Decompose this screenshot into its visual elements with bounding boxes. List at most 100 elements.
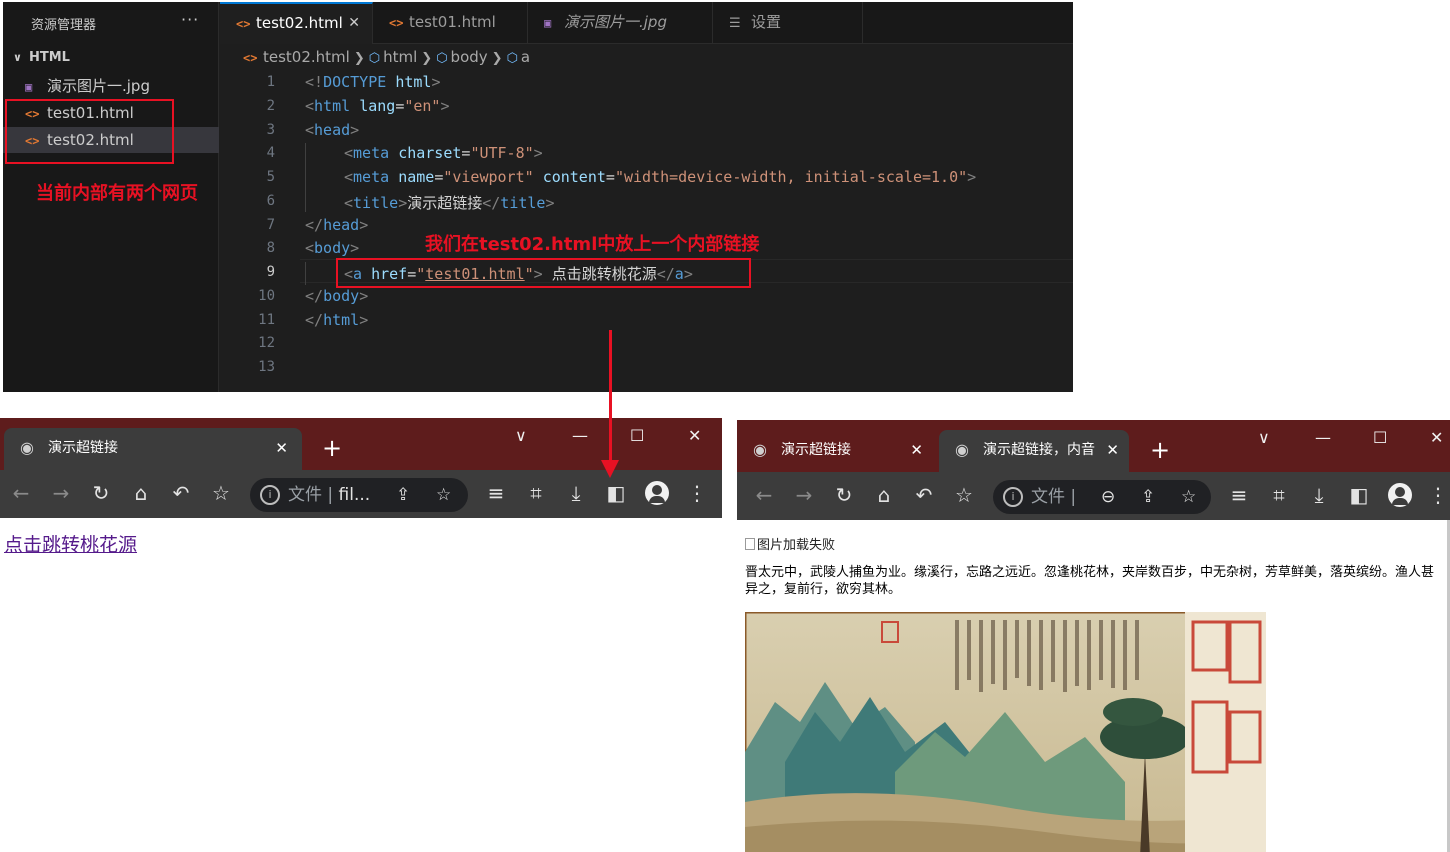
explorer-title: 资源管理器 <box>31 18 97 33</box>
more-actions-icon[interactable]: ··· <box>181 10 199 29</box>
bookmark-star-icon[interactable]: ☆ <box>208 480 234 506</box>
code-line-2: <html lang="en"> <box>305 97 450 115</box>
browser-tab[interactable]: ◉ 演示超链接 ✕ <box>737 430 937 472</box>
globe-icon: ◉ <box>20 438 34 457</box>
tab-test01[interactable]: <> test01.html <box>373 2 528 44</box>
menu-dots-icon[interactable]: ⋮ <box>1425 482 1450 508</box>
undo-icon[interactable]: ↶ <box>168 480 194 506</box>
line-number: 6 <box>266 193 275 209</box>
back-icon[interactable]: ← <box>8 480 34 506</box>
browser-toolbar: ← → ↻ ⌂ ↶ ☆ i 文件 | ⊖ ⇪ ☆ ≡ ⌗ ⤓ ◧ ⋮ <box>737 472 1450 520</box>
breadcrumb-item[interactable]: a <box>521 48 530 66</box>
cube-icon: ⬡ <box>506 51 518 66</box>
info-icon[interactable]: i <box>260 485 280 505</box>
bookmark-star-icon[interactable]: ☆ <box>951 482 977 508</box>
tab-settings[interactable]: ☰ 设置 <box>713 2 863 44</box>
new-tab-button[interactable]: + <box>322 434 342 462</box>
address-text: fil... <box>338 485 371 505</box>
tab-label: 演示图片一.jpg <box>564 13 667 31</box>
page-link[interactable]: 点击跳转桃花源 <box>4 530 137 557</box>
line-number: 1 <box>266 74 275 90</box>
line-number: 2 <box>266 98 275 114</box>
browser-tab[interactable]: ◉ 演示超链接 ✕ <box>4 428 302 470</box>
indent-guide <box>305 143 306 212</box>
undo-icon[interactable]: ↶ <box>911 482 937 508</box>
annotation-internal-link: 我们在test02.html中放上一个内部链接 <box>425 234 760 255</box>
minimize-icon[interactable]: — <box>1315 428 1331 447</box>
side-panel-icon[interactable]: ◧ <box>603 480 629 506</box>
close-icon[interactable]: ✕ <box>275 428 288 468</box>
annotation-arrow-line <box>609 330 612 465</box>
close-icon[interactable]: ✕ <box>1102 430 1119 470</box>
breadcrumb-item[interactable]: body <box>451 48 488 66</box>
star-icon[interactable]: ☆ <box>1181 480 1196 514</box>
address-bar[interactable]: i 文件 | ⊖ ⇪ ☆ <box>993 480 1211 514</box>
reading-list-icon[interactable]: ≡ <box>483 480 509 506</box>
cube-icon: ⬡ <box>368 51 381 66</box>
tab-image[interactable]: ▣ 演示图片一.jpg <box>528 2 713 44</box>
file-item-image[interactable]: ▣ 演示图片一.jpg <box>3 73 219 99</box>
download-icon[interactable]: ⤓ <box>1306 482 1332 508</box>
chevron-right-icon: ❯ <box>421 51 433 66</box>
chevron-right-icon: ❯ <box>353 51 365 66</box>
back-icon[interactable]: ← <box>751 482 777 508</box>
breadcrumb-item[interactable]: test02.html <box>263 48 350 66</box>
address-separator: | <box>327 485 334 505</box>
annotation-arrow-head <box>601 460 619 478</box>
line-number: 7 <box>266 217 275 233</box>
close-icon[interactable]: ✕ <box>348 4 360 42</box>
address-scheme: 文件 <box>288 485 322 505</box>
folder-html[interactable]: ∨ HTML <box>13 50 70 65</box>
share-icon[interactable]: ⇪ <box>396 478 410 512</box>
line-number: 10 <box>258 288 275 304</box>
cube-icon: ⬡ <box>436 51 448 66</box>
zoom-icon[interactable]: ⊖ <box>1101 480 1115 514</box>
tab-test02[interactable]: <> test02.html ✕ <box>220 2 373 44</box>
browser-tab-active[interactable]: ◉ 演示超链接，内音 ✕ <box>939 430 1129 472</box>
maximize-icon[interactable]: ☐ <box>1373 428 1387 447</box>
code-line-11: </html> <box>305 311 369 329</box>
reload-icon[interactable]: ↻ <box>88 480 114 506</box>
side-panel-icon[interactable]: ◧ <box>1346 482 1372 508</box>
star-icon[interactable]: ☆ <box>436 478 451 512</box>
highlight-box-link-code <box>336 258 751 288</box>
home-icon[interactable]: ⌂ <box>128 480 154 506</box>
editor-tabs: <> test02.html ✕ <> test01.html ▣ 演示图片一.jpg… <box>220 2 1073 44</box>
line-number: 5 <box>266 169 275 185</box>
home-icon[interactable]: ⌂ <box>871 482 897 508</box>
crop-icon[interactable]: ⌗ <box>523 480 549 506</box>
minimize-icon[interactable]: — <box>572 426 588 445</box>
address-bar[interactable]: i 文件 | fil... ⇪ ☆ <box>250 478 468 512</box>
broken-image-alt: 图片加载失败 <box>757 538 836 553</box>
share-icon[interactable]: ⇪ <box>1141 480 1155 514</box>
maximize-icon[interactable]: ☐ <box>630 426 644 445</box>
forward-icon[interactable]: → <box>48 480 74 506</box>
html-file-icon: <> <box>236 17 251 31</box>
reading-list-icon[interactable]: ≡ <box>1226 482 1252 508</box>
breadcrumb-item[interactable]: html <box>383 48 417 66</box>
line-number: 3 <box>266 122 275 138</box>
reload-icon[interactable]: ↻ <box>831 482 857 508</box>
image-file-icon: ▣ <box>544 16 552 30</box>
tab-title: 演示超链接 <box>781 442 851 458</box>
indent-guide <box>305 262 306 285</box>
new-tab-button[interactable]: + <box>1150 436 1170 464</box>
tab-title: 演示超链接，内音 <box>983 442 1095 458</box>
close-window-icon[interactable]: ✕ <box>688 426 701 445</box>
crop-icon[interactable]: ⌗ <box>1266 482 1292 508</box>
close-icon[interactable]: ✕ <box>910 430 923 470</box>
folder-label: HTML <box>29 50 70 65</box>
chevron-down-icon[interactable]: ∨ <box>515 426 527 445</box>
forward-icon[interactable]: → <box>791 482 817 508</box>
tab-label: 设置 <box>751 13 782 31</box>
chevron-right-icon: ❯ <box>491 51 503 66</box>
annotation-two-pages: 当前内部有两个网页 <box>36 183 198 204</box>
profile-avatar[interactable] <box>645 481 669 505</box>
info-icon[interactable]: i <box>1003 487 1023 507</box>
download-icon[interactable]: ⤓ <box>563 480 589 506</box>
menu-dots-icon[interactable]: ⋮ <box>684 480 710 506</box>
close-window-icon[interactable]: ✕ <box>1430 428 1443 447</box>
chevron-down-icon: ∨ <box>13 51 22 64</box>
chevron-down-icon[interactable]: ∨ <box>1258 428 1270 447</box>
profile-avatar[interactable] <box>1388 483 1412 507</box>
